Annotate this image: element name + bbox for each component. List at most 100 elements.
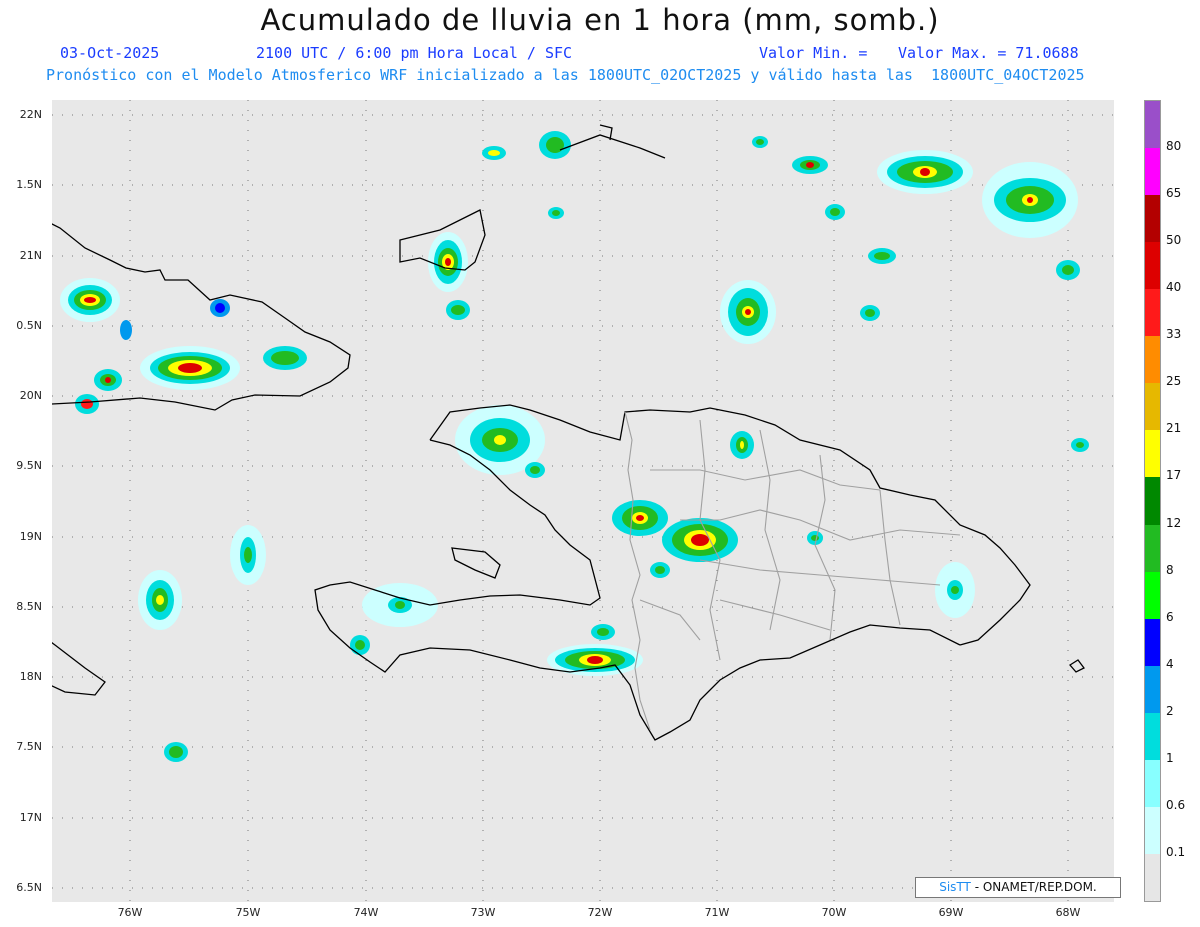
cuba-west [52, 642, 106, 696]
rain-cell [720, 280, 776, 344]
rain-cell [525, 462, 545, 478]
rain-cell [482, 146, 506, 160]
rain-cell [650, 562, 670, 578]
color-scale-swatch [1145, 524, 1160, 573]
color-scale-label: 65 [1166, 186, 1182, 201]
lat-label: 21N [19, 249, 42, 262]
color-scale-swatch [1145, 477, 1160, 526]
mona-island [1069, 659, 1085, 673]
rain-cell [210, 299, 230, 317]
graticule [52, 100, 1114, 902]
rain-cell [860, 305, 880, 321]
color-scale-swatch [1145, 289, 1160, 337]
lat-label: 6.5N [16, 881, 42, 894]
rain-cell [591, 624, 615, 640]
rain-cell [164, 742, 188, 762]
color-scale-label: 4 [1166, 656, 1174, 671]
gonave-island [451, 547, 501, 579]
rain-cell [612, 500, 668, 536]
rain-cell [539, 131, 571, 159]
rain-cell [982, 162, 1078, 238]
color-scale-swatch [1145, 148, 1160, 196]
rain-cell [935, 562, 975, 618]
color-scale-swatch [1145, 101, 1160, 149]
color-scale-label: 17 [1166, 468, 1182, 483]
lat-label: 19N [19, 530, 42, 543]
rain-cell [120, 320, 132, 340]
lon-label: 68W [1055, 906, 1081, 919]
rain-cell [75, 394, 99, 414]
lat-label: 8.5N [16, 600, 42, 613]
rainfall-field [60, 131, 1089, 762]
map-layers [52, 100, 1114, 902]
rain-cell [792, 156, 828, 174]
color-scale-swatch [1145, 242, 1160, 290]
rain-cell [825, 204, 845, 220]
caicos [559, 124, 666, 159]
color-scale-swatch [1145, 759, 1160, 808]
color-scale-label: 6 [1166, 609, 1174, 624]
color-scale-swatch [1145, 430, 1160, 478]
color-scale-swatch [1145, 806, 1160, 855]
rain-cell [60, 278, 120, 322]
color-scale-label: 0.1 [1166, 844, 1186, 859]
color-scale-label: 1 [1166, 750, 1174, 765]
color-scale-swatch [1145, 618, 1160, 667]
color-scale-label: 33 [1166, 327, 1182, 342]
credit-box: SisTT - ONAMET/REP.DOM. [915, 877, 1121, 898]
lon-label: 75W [235, 906, 261, 919]
rain-cell [230, 525, 266, 585]
color-scale-label: 21 [1166, 421, 1182, 436]
lon-label: 74W [353, 906, 379, 919]
rain-cell [140, 346, 240, 390]
lat-label: 0.5N [16, 319, 42, 332]
lon-label: 69W [938, 906, 964, 919]
lat-label: 17N [19, 811, 42, 824]
lon-label: 70W [821, 906, 847, 919]
rain-cell [94, 369, 122, 391]
rain-cell [263, 346, 307, 370]
color-scale-label: 50 [1166, 233, 1182, 248]
rain-cell [428, 232, 468, 292]
color-scale-label: 8 [1166, 562, 1174, 577]
rain-cell [548, 207, 564, 219]
color-scale-label: 0.6 [1166, 797, 1186, 812]
rain-cell [350, 635, 370, 655]
map-canvas [52, 100, 1114, 902]
lon-label: 71W [704, 906, 730, 919]
color-scale-label: 12 [1166, 515, 1182, 530]
color-scale-swatch [1145, 571, 1160, 620]
color-scale-bar [1144, 100, 1161, 902]
color-scale-label: 40 [1166, 280, 1182, 295]
rain-cell [730, 431, 754, 459]
lat-label: 18N [19, 670, 42, 683]
lat-label: 22N [19, 108, 42, 121]
color-scale-swatch [1145, 383, 1160, 431]
rain-cell [138, 570, 182, 630]
rain-cell [877, 150, 973, 194]
rain-cell [1056, 260, 1080, 280]
rain-cell [446, 300, 470, 320]
rain-cell [1071, 438, 1089, 452]
color-scale-swatch [1145, 712, 1160, 761]
lon-label: 72W [587, 906, 613, 919]
color-scale-swatch [1145, 336, 1160, 384]
rain-cell [868, 248, 896, 264]
lon-label: 73W [470, 906, 496, 919]
color-scale-swatch [1145, 665, 1160, 714]
rain-cell [752, 136, 768, 148]
lat-label: 9.5N [16, 459, 42, 472]
lon-label: 76W [117, 906, 143, 919]
lat-label: 20N [19, 389, 42, 402]
rain-cell [662, 518, 738, 562]
sistt-logo: SisTT [939, 880, 971, 894]
lat-label: 1.5N [16, 178, 42, 191]
color-scale-swatch [1145, 195, 1160, 243]
color-scale-label: 80 [1166, 139, 1182, 154]
color-scale-label: 25 [1166, 374, 1182, 389]
credit-text: - ONAMET/REP.DOM. [970, 880, 1097, 894]
province-borders [624, 411, 961, 731]
lat-label: 7.5N [16, 740, 42, 753]
color-scale-swatch [1145, 853, 1160, 902]
color-scale-label: 2 [1166, 703, 1174, 718]
